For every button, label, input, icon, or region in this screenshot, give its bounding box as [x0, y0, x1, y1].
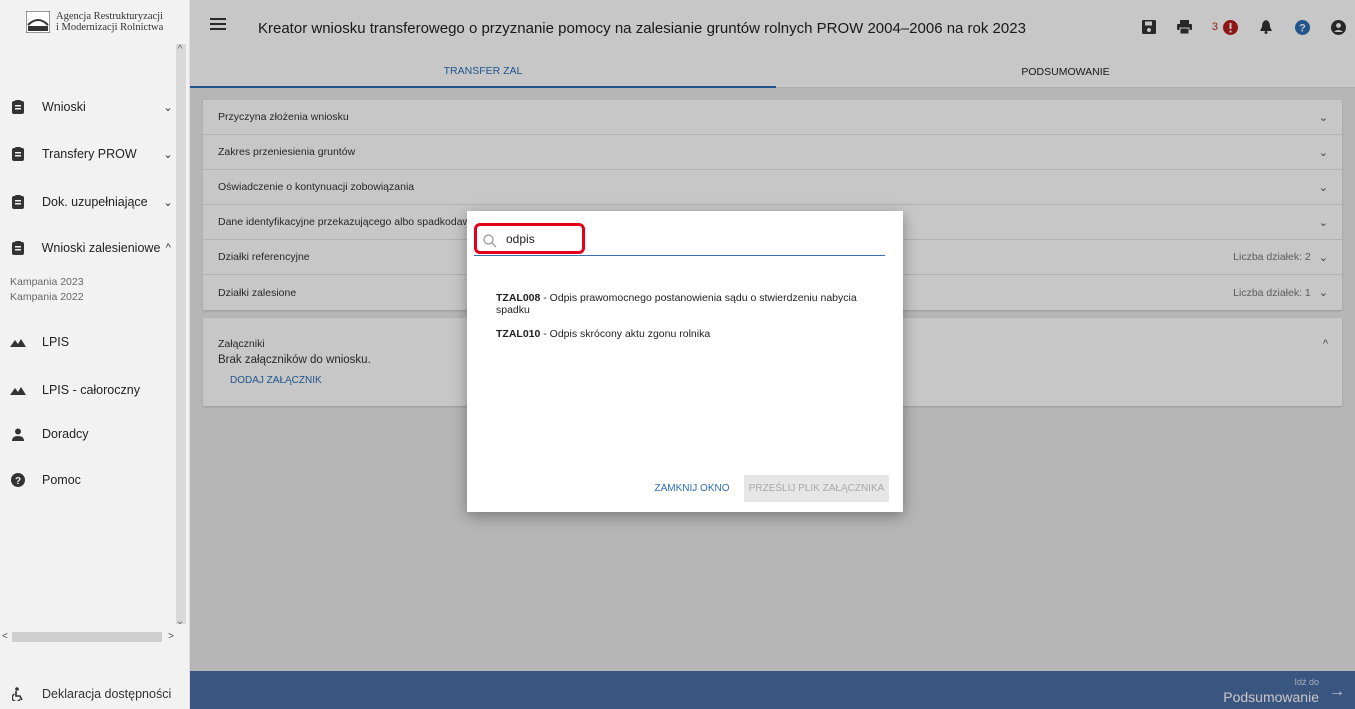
result-description: - Odpis skrócony aktu zgonu rolnika: [540, 328, 711, 340]
sidebar: Agencja Restrukturyzacji i Modernizacji …: [0, 0, 190, 709]
result-description: - Odpis prawomocnego postanowienia sądu …: [496, 292, 857, 316]
search-icon: [483, 234, 497, 248]
sidebar-item-wnioski-zalesieniowe[interactable]: Wnioski zalesieniowe ^: [0, 236, 176, 260]
send-attachment-button[interactable]: PRZEŚLIJ PLIK ZAŁĄCZNIKA: [744, 475, 889, 502]
sidebar-item-label: Transfery PROW: [42, 147, 137, 161]
sidebar-item-dok-uzupelniajace[interactable]: Dok. uzupełniające ⌄: [0, 190, 176, 214]
chevron-up-icon: ^: [165, 242, 171, 254]
accessibility-label: Deklaracja dostępności: [42, 687, 172, 701]
search-input[interactable]: [506, 232, 706, 246]
sidebar-item-label: Wnioski: [42, 100, 86, 114]
search-field[interactable]: [474, 225, 885, 256]
sidebar-item-label: Wnioski zalesieniowe: [41, 241, 161, 255]
sidebar-item-label: LPIS: [42, 335, 70, 349]
attachment-search-dialog: TZAL008 - Odpis prawomocnego postanowien…: [467, 211, 903, 512]
search-result-item[interactable]: TZAL010 - Odpis skrócony aktu zgonu roln…: [496, 328, 891, 340]
sidebar-scrollbar[interactable]: [176, 44, 186, 624]
help-icon: ?: [10, 472, 26, 488]
result-code: TZAL010: [496, 328, 541, 340]
close-dialog-button[interactable]: ZAMKNIJ OKNO: [651, 475, 733, 502]
sidebar-item-wnioski[interactable]: Wnioski ⌄: [0, 95, 176, 119]
logo-line-1: Agencja Restrukturyzacji: [56, 11, 163, 22]
scroll-right-icon[interactable]: >: [168, 630, 174, 644]
sidebar-item-lpis[interactable]: LPIS: [0, 330, 176, 354]
document-icon: [10, 146, 26, 162]
agency-logo[interactable]: Agencja Restrukturyzacji i Modernizacji …: [0, 0, 190, 44]
terrain-icon: [10, 382, 26, 398]
chevron-down-icon: ⌄: [163, 148, 173, 161]
logo-line-2: i Modernizacji Rolnictwa: [56, 22, 164, 33]
scroll-down-icon[interactable]: ⌄: [174, 616, 186, 628]
chevron-down-icon: ⌄: [163, 101, 173, 114]
terrain-icon: [10, 334, 26, 350]
scroll-up-icon[interactable]: ^: [174, 44, 186, 56]
document-icon: [10, 194, 26, 210]
scroll-left-icon[interactable]: <: [2, 630, 8, 644]
sidebar-item-label: LPIS - całoroczny: [42, 383, 140, 397]
search-result-item[interactable]: TZAL008 - Odpis prawomocnego postanowien…: [496, 292, 891, 316]
sidebar-item-label: Dok. uzupełniające: [42, 195, 148, 209]
sidebar-item-lpis-caloroczny[interactable]: LPIS - całoroczny: [0, 378, 176, 402]
person-icon: [10, 426, 26, 442]
agency-logo-icon: [25, 10, 51, 34]
result-code: TZAL008: [496, 292, 541, 304]
sidebar-subitem-kampania-2023[interactable]: Kampania 2023: [10, 276, 84, 288]
svg-text:?: ?: [15, 476, 21, 487]
sidebar-item-transfery-prow[interactable]: Transfery PROW ⌄: [0, 142, 176, 166]
sidebar-item-label: Pomoc: [42, 473, 81, 487]
accessibility-icon: [10, 686, 26, 702]
sidebar-subitem-kampania-2022[interactable]: Kampania 2022: [10, 291, 84, 303]
document-icon: [10, 240, 26, 256]
sidebar-item-label: Doradcy: [42, 427, 89, 441]
accessibility-declaration-link[interactable]: Deklaracja dostępności: [0, 682, 190, 706]
sidebar-item-pomoc[interactable]: ? Pomoc: [0, 468, 176, 492]
sidebar-item-doradcy[interactable]: Doradcy: [0, 422, 176, 446]
sidebar-horizontal-scrollbar[interactable]: < >: [0, 630, 176, 644]
chevron-down-icon: ⌄: [163, 196, 173, 209]
scrollbar-thumb[interactable]: [12, 632, 162, 642]
document-icon: [10, 99, 26, 115]
